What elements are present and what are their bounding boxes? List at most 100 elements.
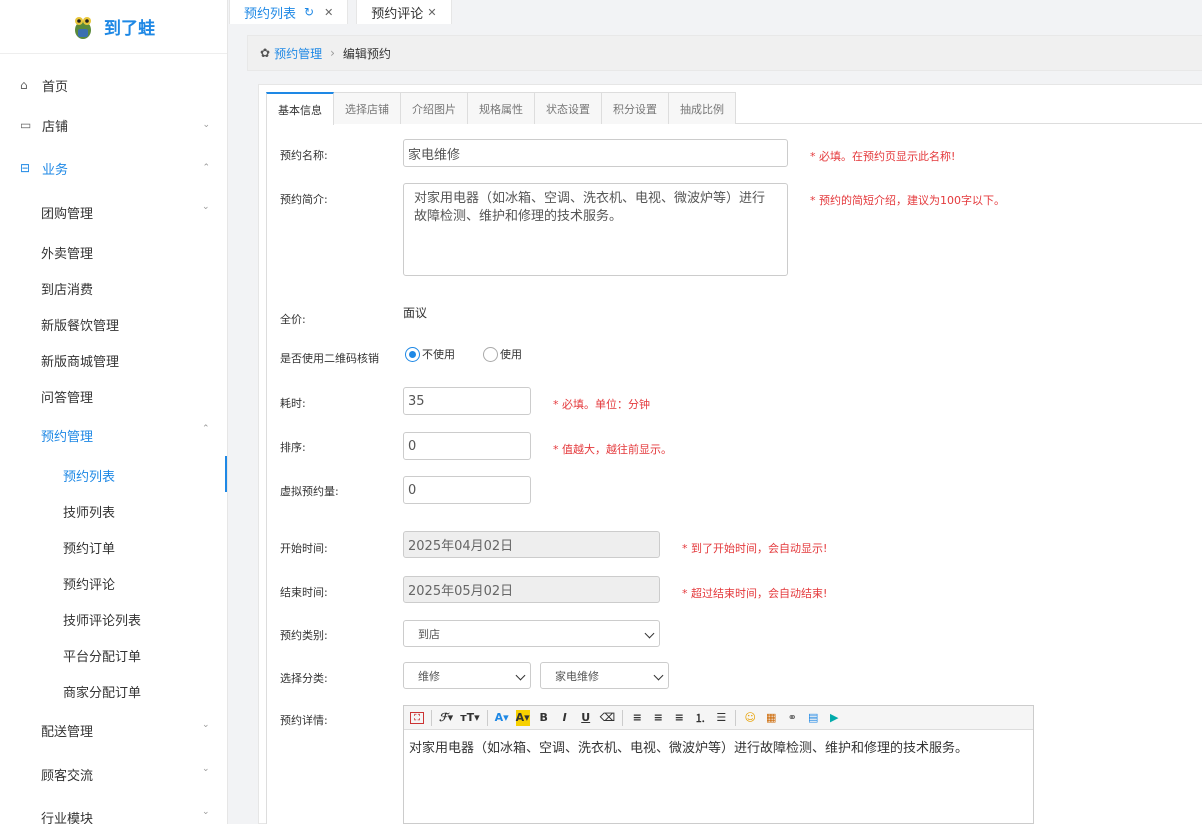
chevron-down-icon: ⌄ bbox=[202, 120, 210, 130]
eraser-icon[interactable]: ⌫ bbox=[600, 710, 616, 726]
category-select-2[interactable]: 家电维修 bbox=[540, 662, 669, 689]
form-tab-commission[interactable]: 抽成比例 bbox=[668, 92, 736, 124]
font-size-icon[interactable]: тT▾ bbox=[460, 710, 479, 726]
end-label: 结束时间: bbox=[280, 586, 328, 599]
align-left-icon[interactable]: ≡ bbox=[630, 710, 644, 726]
nav-merchant-orders[interactable]: 商家分配订单 bbox=[63, 682, 141, 701]
intro-label: 预约简介: bbox=[280, 193, 328, 206]
tab-label: 预约评论 bbox=[371, 6, 424, 22]
emoji-icon[interactable]: ☺ bbox=[743, 710, 757, 726]
breadcrumb-root[interactable]: 预约管理 bbox=[274, 45, 322, 62]
nav-booking-orders[interactable]: 预约订单 bbox=[63, 538, 115, 557]
form-tab-specs[interactable]: 规格属性 bbox=[467, 92, 535, 124]
underline-icon[interactable]: U bbox=[579, 710, 593, 726]
link-icon[interactable]: ⚭ bbox=[785, 710, 799, 726]
name-label: 预约名称: bbox=[280, 149, 328, 162]
radio-checked-icon bbox=[405, 346, 420, 362]
nav-groupbuy[interactable]: 团购管理 bbox=[41, 203, 93, 222]
nav-store-label: 店铺 bbox=[42, 119, 69, 135]
virtual-label: 虚拟预约量: bbox=[280, 485, 339, 498]
ordered-list-icon[interactable]: ⒈ bbox=[693, 710, 707, 726]
category-select-1[interactable]: 维修 bbox=[403, 662, 531, 689]
form-tab-basic[interactable]: 基本信息 bbox=[266, 92, 334, 125]
align-center-icon[interactable]: ≡ bbox=[651, 710, 665, 726]
nav-business[interactable]: ⊟ 业务 ⌃ bbox=[0, 159, 228, 178]
nav-delivery[interactable]: 配送管理 bbox=[41, 721, 93, 740]
type-select[interactable]: 到店 bbox=[403, 620, 660, 647]
divider bbox=[735, 709, 737, 726]
type-label: 预约类别: bbox=[280, 629, 328, 642]
nav-catering[interactable]: 新版餐饮管理 bbox=[41, 315, 119, 334]
editor-content[interactable]: 对家用电器（如冰箱、空调、洗衣机、电视、微波炉等）进行故障检测、维护和修理的技术… bbox=[404, 730, 1033, 763]
form-tab-images[interactable]: 介绍图片 bbox=[400, 92, 468, 124]
start-hint: * 到了开始时间，会自动显示! bbox=[682, 542, 828, 555]
close-icon[interactable]: ✕ bbox=[427, 6, 436, 19]
divider bbox=[431, 709, 432, 726]
type-select-value: 到店 bbox=[418, 627, 440, 641]
nav-customer[interactable]: 顾客交流 bbox=[41, 765, 93, 784]
radio-label: 使用 bbox=[500, 348, 522, 361]
nav-instore[interactable]: 到店消费 bbox=[41, 279, 93, 298]
form-tab-store[interactable]: 选择店铺 bbox=[333, 92, 401, 124]
app-title: 到了蛙 bbox=[104, 19, 155, 39]
sort-input[interactable]: 0 bbox=[403, 432, 531, 460]
divider bbox=[622, 709, 624, 726]
close-icon[interactable]: ✕ bbox=[324, 6, 333, 19]
unordered-list-icon[interactable]: ☰ bbox=[714, 710, 728, 726]
qrcode-radio-on[interactable]: 使用 bbox=[483, 346, 522, 362]
start-date-input[interactable]: 2025年04月02日 bbox=[403, 531, 660, 558]
form-tab-status[interactable]: 状态设置 bbox=[534, 92, 602, 124]
italic-icon[interactable]: I bbox=[558, 710, 572, 726]
nav-business-label: 业务 bbox=[42, 162, 69, 178]
fullscreen-icon[interactable]: ⛶ bbox=[410, 711, 424, 724]
chevron-down-icon bbox=[653, 670, 664, 680]
nav-qa[interactable]: 问答管理 bbox=[41, 387, 93, 406]
intro-textarea[interactable]: 对家用电器（如冰箱、空调、洗衣机、电视、微波炉等）进行故障检测、维护和修理的技术… bbox=[403, 183, 788, 276]
duration-hint: * 必填。单位：分钟 bbox=[553, 398, 650, 411]
video-icon[interactable]: ▶ bbox=[827, 710, 841, 726]
font-family-icon[interactable]: ℱ ▾ bbox=[439, 710, 453, 726]
image-icon[interactable]: ▦ bbox=[764, 710, 778, 726]
chevron-down-icon: ⌄ bbox=[202, 720, 210, 730]
category-label: 选择分类: bbox=[280, 672, 328, 685]
price-value: 面议 bbox=[403, 306, 428, 320]
nav-mall[interactable]: 新版商城管理 bbox=[41, 351, 119, 370]
bold-icon[interactable]: B bbox=[537, 710, 551, 726]
nav-technician-reviews[interactable]: 技师评论列表 bbox=[63, 610, 141, 629]
form-tab-points[interactable]: 积分设置 bbox=[601, 92, 669, 124]
category-select-value: 维修 bbox=[418, 669, 440, 683]
nav-home[interactable]: ⌂ 首页 bbox=[0, 76, 228, 95]
nav-store[interactable]: ▭ 店铺 ⌄ bbox=[0, 116, 228, 135]
font-color-icon[interactable]: A▾ bbox=[495, 710, 509, 726]
duration-input[interactable]: 35 bbox=[403, 387, 531, 415]
tab-booking-list[interactable]: 预约列表 ↻ ✕ bbox=[229, 0, 349, 24]
table-icon[interactable]: ▤ bbox=[806, 710, 820, 726]
end-date-input[interactable]: 2025年05月02日 bbox=[403, 576, 660, 603]
qrcode-label: 是否使用二维码核销 bbox=[280, 352, 379, 365]
virtual-count-input[interactable]: 0 bbox=[403, 476, 531, 504]
nav-industry[interactable]: 行业模块 bbox=[41, 808, 93, 824]
nav-booking-reviews[interactable]: 预约评论 bbox=[63, 574, 115, 593]
align-right-icon[interactable]: ≡ bbox=[672, 710, 686, 726]
nav-booking[interactable]: 预约管理 bbox=[41, 426, 93, 445]
name-input[interactable]: 家电维修 bbox=[403, 139, 788, 167]
home-icon: ⌂ bbox=[20, 78, 28, 92]
highlight-icon[interactable]: A▾ bbox=[515, 709, 530, 726]
chevron-down-icon: ⌄ bbox=[202, 764, 210, 774]
nav-takeout[interactable]: 外卖管理 bbox=[41, 243, 93, 262]
chevron-up-icon: ⌃ bbox=[202, 163, 210, 173]
end-hint: * 超过结束时间，会自动结束! bbox=[682, 587, 828, 600]
breadcrumb-separator: › bbox=[330, 46, 335, 60]
logo: 到了蛙 bbox=[0, 0, 227, 54]
tab-label: 预约列表 bbox=[244, 6, 297, 22]
qrcode-radio-off[interactable]: 不使用 bbox=[405, 346, 455, 362]
nav-platform-orders[interactable]: 平台分配订单 bbox=[63, 646, 141, 665]
nav-booking-list[interactable]: 预约列表 bbox=[63, 466, 115, 485]
divider bbox=[486, 709, 488, 726]
refresh-icon[interactable]: ↻ bbox=[304, 5, 314, 19]
detail-label: 预约详情: bbox=[280, 714, 328, 727]
business-icon: ⊟ bbox=[20, 161, 31, 175]
start-label: 开始时间: bbox=[280, 542, 328, 555]
tab-booking-reviews[interactable]: 预约评论 ✕ bbox=[356, 0, 452, 24]
nav-technician-list[interactable]: 技师列表 bbox=[63, 502, 115, 521]
